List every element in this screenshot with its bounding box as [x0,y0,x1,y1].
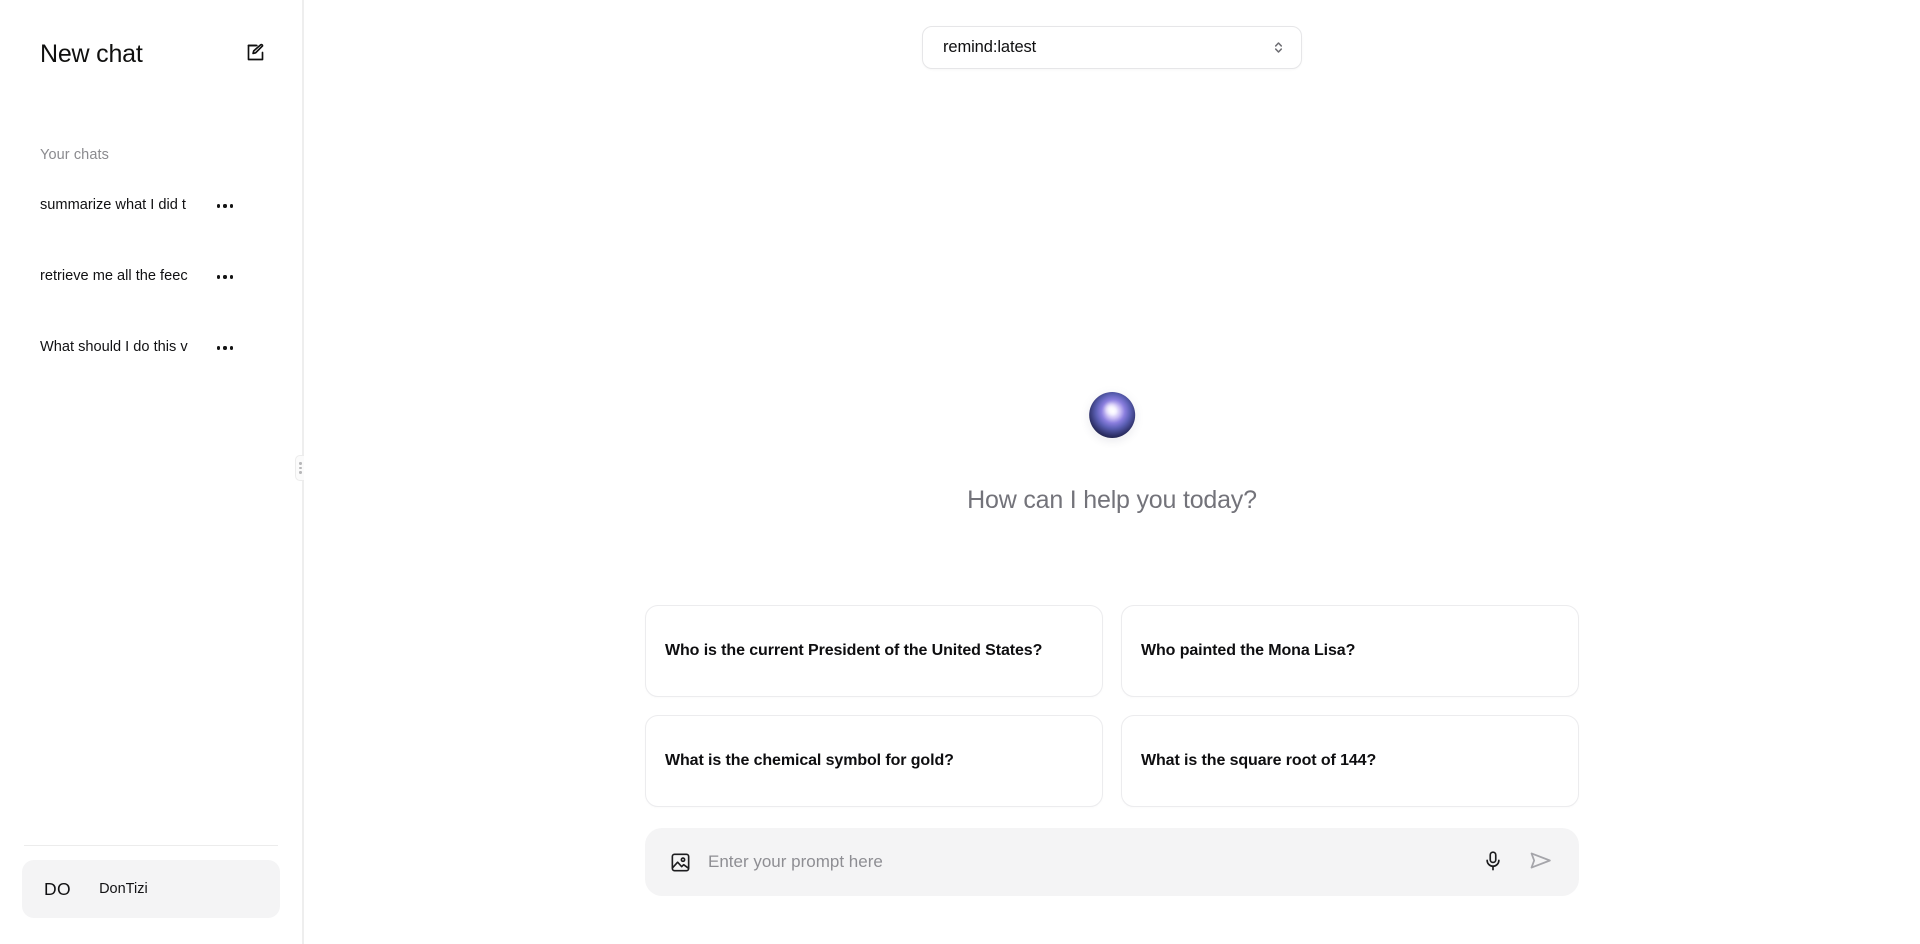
suggestion-card-text: What is the square root of 144? [1141,752,1377,770]
suggestion-card-4[interactable]: What is the square root of 144? [1121,715,1579,807]
app-root: New chat Your chats summarize what I did… [0,0,1920,944]
main-content: remind:latest How can I help you today? … [304,0,1920,944]
microphone-icon [1482,850,1504,875]
user-account-button[interactable]: DO DonTizi [22,860,280,918]
chat-history-item-title: retrieve me all the feec [40,268,188,285]
chat-history-item-title: What should I do this v [40,339,188,356]
sidebar-section-label: Your chats [40,147,109,163]
sidebar-title: New chat [40,39,143,68]
chat-history-item-title: summarize what I did t [40,197,186,214]
suggestion-cards-grid: Who is the current President of the Unit… [645,605,1579,807]
chat-history-item-2[interactable]: retrieve me all the feec [0,258,302,296]
chat-history-list: summarize what I did t retrieve me all t… [0,187,302,400]
suggestion-card-text: What is the chemical symbol for gold? [665,752,954,770]
greeting-text: How can I help you today? [967,486,1257,514]
new-chat-compose-button[interactable] [240,39,270,69]
model-selector[interactable]: remind:latest [922,26,1302,69]
user-name-label: DonTizi [99,881,148,897]
compose-pencil-square-icon [245,42,266,66]
chat-item-more-horizontal-icon[interactable] [212,337,238,359]
avatar: DO [44,878,72,899]
prompt-composer [645,828,1579,896]
sidebar-divider [24,845,278,846]
model-selector-value: remind:latest [943,38,1037,56]
composer-actions [1482,848,1553,876]
voice-input-button[interactable] [1482,850,1504,875]
sidebar-header: New chat [0,0,302,74]
chevron-up-down-icon [1272,38,1285,57]
prompt-input[interactable] [708,852,1466,872]
chat-history-item-3[interactable]: What should I do this v [0,329,302,367]
image-upload-icon[interactable] [669,851,692,874]
suggestion-card-text: Who is the current President of the Unit… [665,642,1043,660]
send-button[interactable] [1528,848,1553,876]
ai-orb-logo-icon [1088,392,1135,438]
chat-item-more-horizontal-icon[interactable] [212,266,238,288]
chat-item-more-horizontal-icon[interactable] [212,195,238,217]
empty-state-hero: How can I help you today? [967,392,1257,515]
suggestion-card-text: Who painted the Mona Lisa? [1141,642,1356,660]
chat-history-item-1[interactable]: summarize what I did t [0,187,302,225]
suggestion-card-1[interactable]: Who is the current President of the Unit… [645,605,1103,697]
suggestion-card-3[interactable]: What is the chemical symbol for gold? [645,715,1103,807]
sidebar: New chat Your chats summarize what I did… [0,0,302,944]
model-selector-container: remind:latest [922,26,1302,69]
suggestion-card-2[interactable]: Who painted the Mona Lisa? [1121,605,1579,697]
send-arrow-icon [1528,848,1553,876]
